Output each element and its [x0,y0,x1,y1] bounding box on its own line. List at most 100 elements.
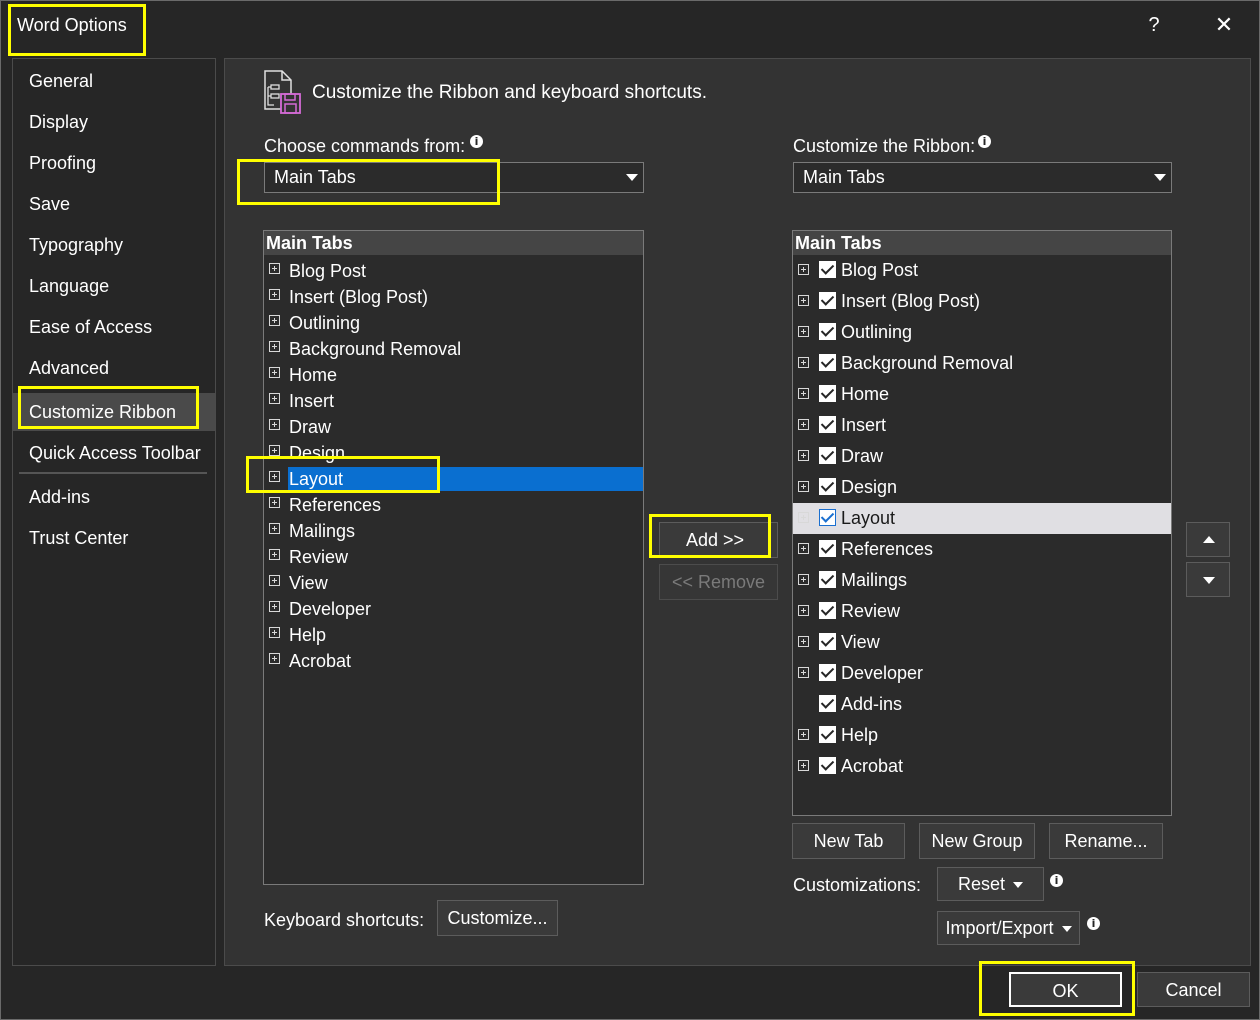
ribbon-tab-item[interactable]: View [793,627,1171,658]
nav-item-language[interactable]: Language [13,268,215,304]
expand-plus-icon[interactable] [269,367,280,378]
expand-plus-icon[interactable] [269,471,280,482]
new-tab-button[interactable]: New Tab [792,823,905,859]
checkbox-checked-icon[interactable] [819,478,836,495]
add-button[interactable]: Add >> [659,522,778,558]
commands-list[interactable]: Main Tabs Blog Post Insert (Blog Post) Out… [263,230,644,885]
checkbox-checked-icon[interactable] [819,385,836,402]
ribbon-tab-item[interactable]: Insert [793,410,1171,441]
expand-plus-icon[interactable] [798,760,809,771]
list-item[interactable]: Review [264,545,643,571]
expand-plus-icon[interactable] [269,289,280,300]
expand-plus-icon[interactable] [269,575,280,586]
list-item[interactable]: Home [264,363,643,389]
nav-item-display[interactable]: Display [13,104,215,140]
nav-item-general[interactable]: General [13,63,215,99]
checkbox-checked-icon[interactable] [819,602,836,619]
list-item[interactable]: Outlining [264,311,643,337]
ok-button[interactable]: OK [1009,972,1122,1007]
checkbox-checked-icon[interactable] [819,261,836,278]
ribbon-tab-item[interactable]: Blog Post [793,255,1171,286]
expand-plus-icon[interactable] [798,729,809,740]
ribbon-tab-item[interactable]: Draw [793,441,1171,472]
nav-item-ease-of-access[interactable]: Ease of Access [13,309,215,345]
checkbox-checked-icon[interactable] [819,354,836,371]
expand-plus-icon[interactable] [269,393,280,404]
ribbon-tab-item[interactable]: Outlining [793,317,1171,348]
list-item[interactable]: Design [264,441,643,467]
customize-ribbon-combo[interactable]: Main Tabs [793,162,1172,193]
help-button[interactable]: ? [1141,9,1167,41]
list-item[interactable]: Background Removal [264,337,643,363]
info-icon[interactable]: i [978,135,991,148]
expand-plus-icon[interactable] [269,263,280,274]
ribbon-tab-item[interactable]: Review [793,596,1171,627]
expand-plus-icon[interactable] [269,523,280,534]
checkbox-checked-icon[interactable] [819,726,836,743]
expand-plus-icon[interactable] [798,357,809,368]
expand-plus-icon[interactable] [798,605,809,616]
list-item[interactable]: Layout [264,467,643,493]
nav-item-proofing[interactable]: Proofing [13,145,215,181]
nav-item-customize-ribbon[interactable]: Customize Ribbon [13,393,215,431]
import-export-button[interactable]: Import/Export [937,911,1080,945]
checkbox-checked-icon[interactable] [819,757,836,774]
ribbon-tab-item[interactable]: Insert (Blog Post) [793,286,1171,317]
move-up-button[interactable] [1186,522,1230,557]
list-item[interactable]: Blog Post [264,259,643,285]
list-item[interactable]: View [264,571,643,597]
info-icon[interactable]: i [1087,917,1100,930]
info-icon[interactable]: i [1050,874,1063,887]
choose-commands-combo[interactable]: Main Tabs [264,162,644,193]
checkbox-checked-icon[interactable] [819,292,836,309]
list-item[interactable]: Insert [264,389,643,415]
ribbon-tabs-list[interactable]: Main Tabs Blog Post Insert (Blog Post) Out… [792,230,1172,816]
checkbox-checked-icon[interactable] [819,447,836,464]
info-icon[interactable]: i [470,135,483,148]
expand-plus-icon[interactable] [798,450,809,461]
ribbon-tab-item[interactable]: Acrobat [793,751,1171,782]
expand-plus-icon[interactable] [269,601,280,612]
ribbon-tab-item[interactable]: Help [793,720,1171,751]
checkbox-checked-icon[interactable] [819,509,836,526]
ribbon-tab-item[interactable]: Mailings [793,565,1171,596]
expand-plus-icon[interactable] [798,264,809,275]
list-item[interactable]: Draw [264,415,643,441]
expand-plus-icon[interactable] [798,512,809,523]
expand-plus-icon[interactable] [798,419,809,430]
expand-plus-icon[interactable] [798,574,809,585]
close-icon[interactable]: ✕ [1207,9,1241,41]
nav-item-quick-access-toolbar[interactable]: Quick Access Toolbar [13,435,215,471]
ribbon-tab-item[interactable]: Add-ins [793,689,1171,720]
expand-plus-icon[interactable] [798,667,809,678]
new-group-button[interactable]: New Group [919,823,1035,859]
nav-item-save[interactable]: Save [13,186,215,222]
expand-plus-icon[interactable] [269,497,280,508]
move-down-button[interactable] [1186,562,1230,597]
expand-plus-icon[interactable] [269,653,280,664]
list-item[interactable]: Acrobat [264,649,643,675]
expand-plus-icon[interactable] [269,315,280,326]
rename-button[interactable]: Rename... [1049,823,1163,859]
expand-plus-icon[interactable] [269,549,280,560]
expand-plus-icon[interactable] [798,388,809,399]
checkbox-checked-icon[interactable] [819,571,836,588]
ribbon-tab-item[interactable]: Developer [793,658,1171,689]
checkbox-checked-icon[interactable] [819,416,836,433]
list-item[interactable]: Insert (Blog Post) [264,285,643,311]
ribbon-tab-item[interactable]: Background Removal [793,348,1171,379]
customize-shortcuts-button[interactable]: Customize... [437,900,558,936]
remove-button[interactable]: << Remove [659,564,778,600]
list-item[interactable]: References [264,493,643,519]
reset-button[interactable]: Reset [937,867,1044,901]
nav-item-add-ins[interactable]: Add-ins [13,479,215,515]
expand-plus-icon[interactable] [269,341,280,352]
expand-plus-icon[interactable] [798,543,809,554]
checkbox-checked-icon[interactable] [819,664,836,681]
ribbon-tab-item[interactable]: Layout [793,503,1171,534]
nav-item-typography[interactable]: Typography [13,227,215,263]
list-item[interactable]: Mailings [264,519,643,545]
checkbox-checked-icon[interactable] [819,540,836,557]
checkbox-checked-icon[interactable] [819,695,836,712]
ribbon-tab-item[interactable]: References [793,534,1171,565]
